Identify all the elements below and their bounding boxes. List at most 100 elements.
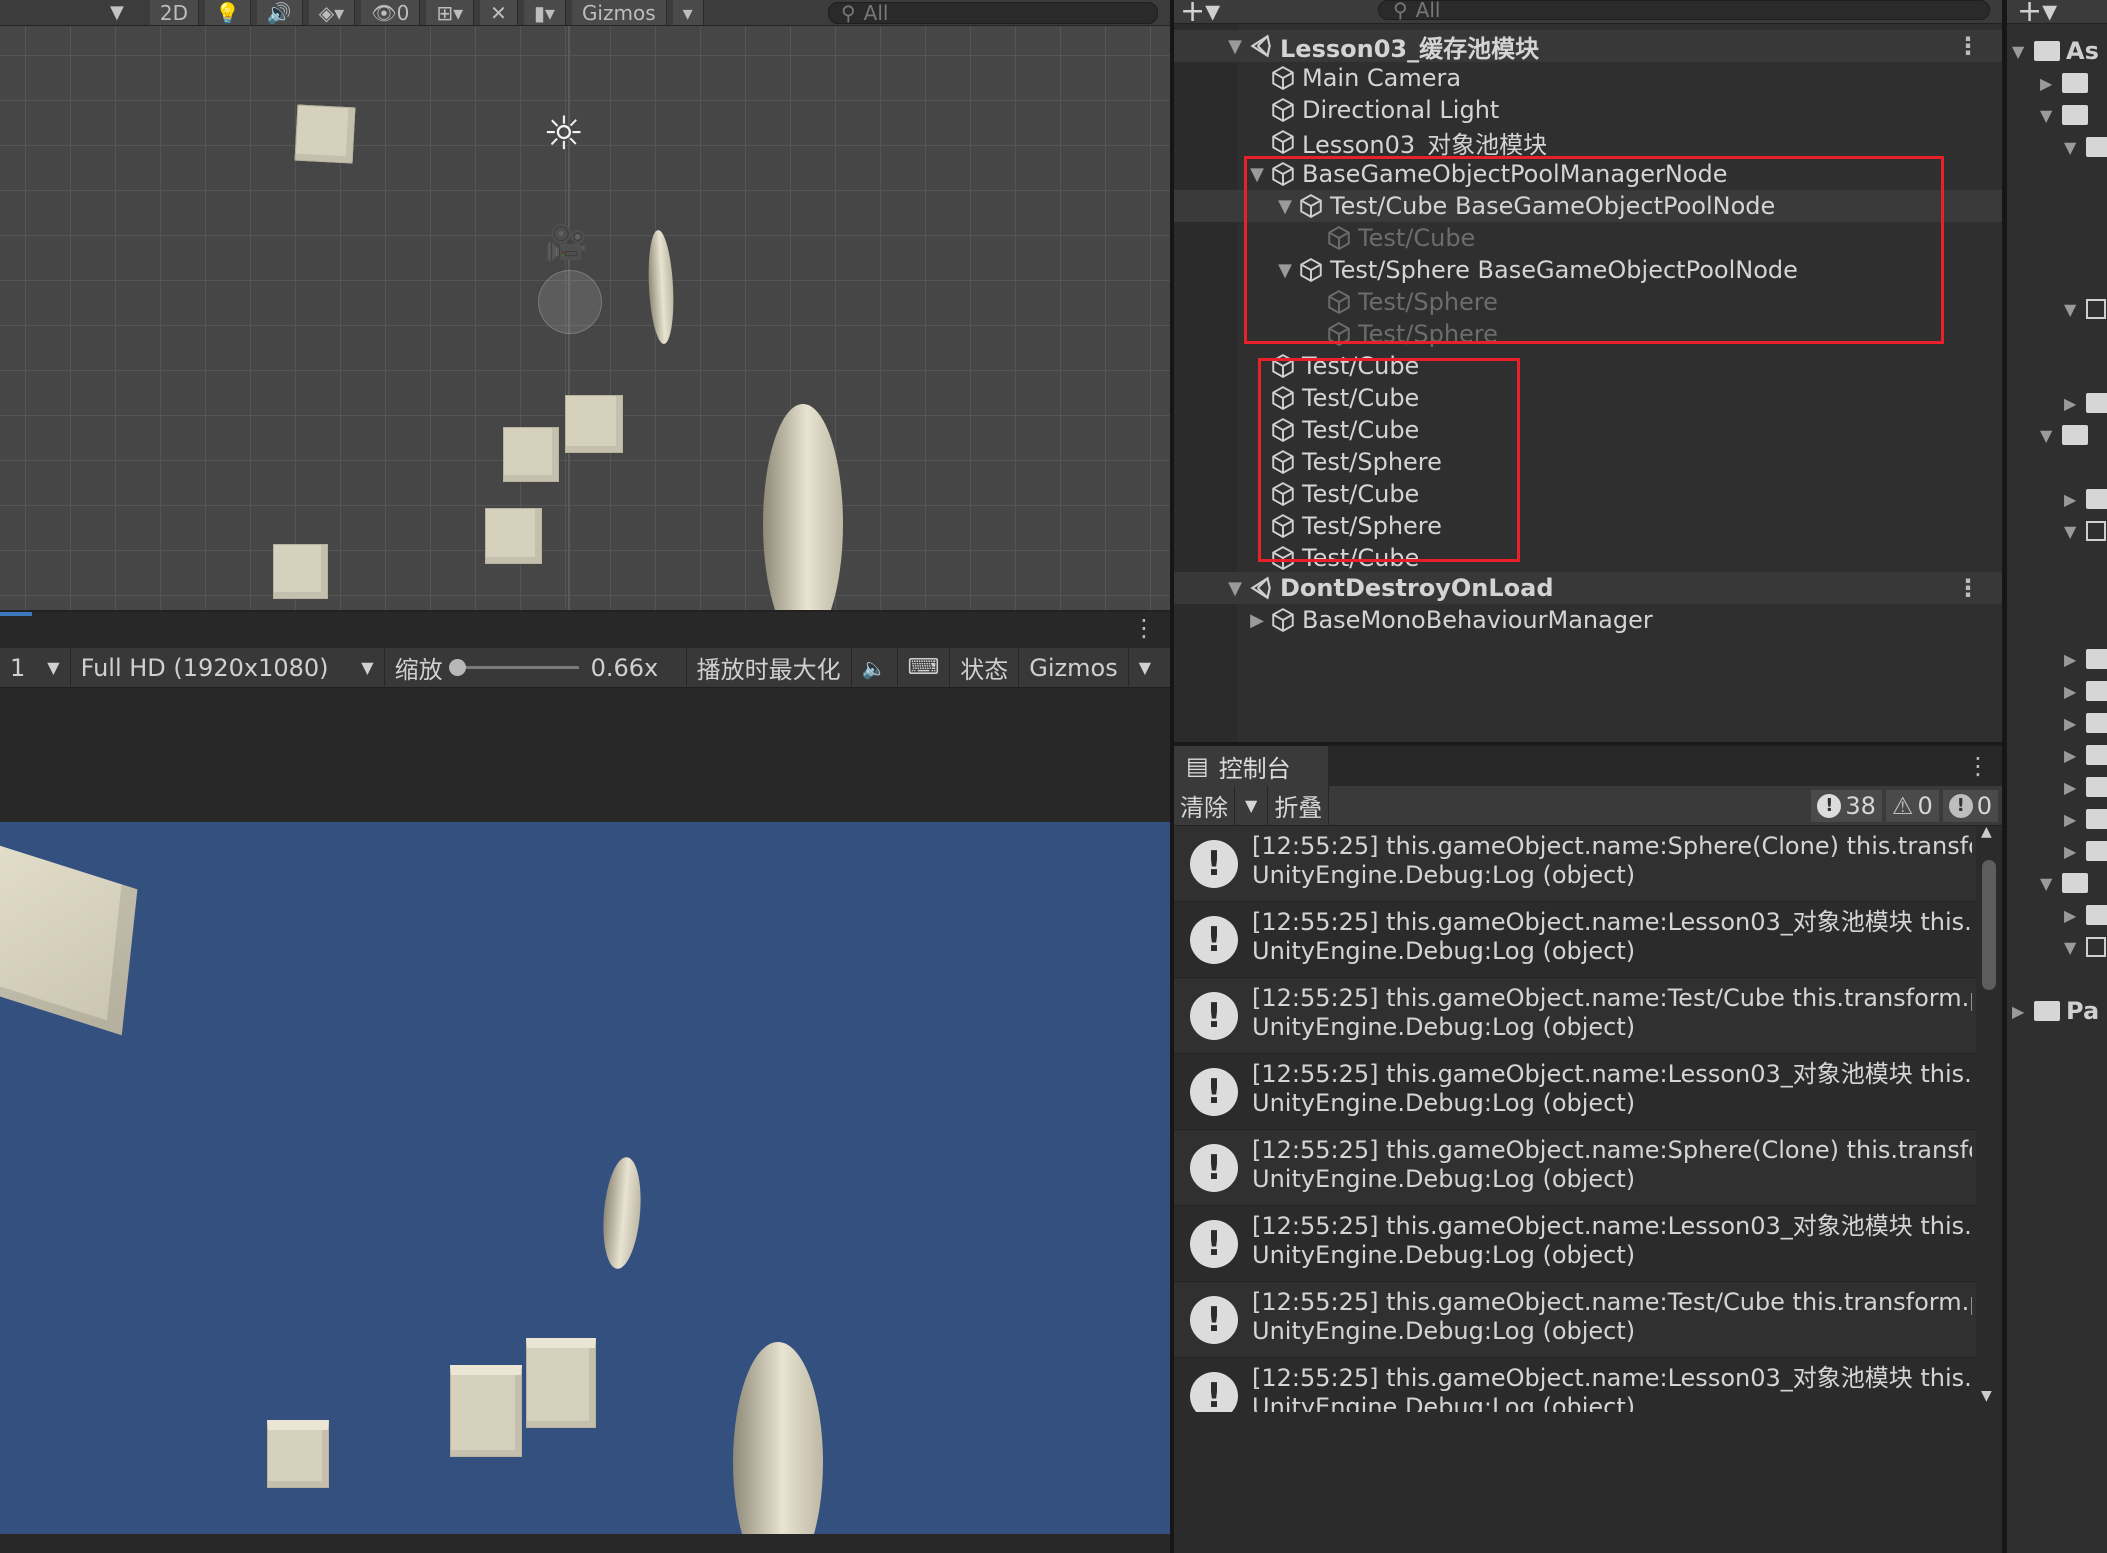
hierarchy-item[interactable]: Main Camera bbox=[1174, 62, 2002, 94]
hierarchy-item[interactable]: Test/Sphere bbox=[1174, 510, 2002, 542]
console-log-list[interactable]: ! [12:55:25] this.gameObject.name:Sphere(… bbox=[1174, 826, 1976, 1412]
hierarchy-add-button[interactable]: +▾ bbox=[1180, 0, 1220, 29]
hierarchy-item[interactable]: Test/Cube bbox=[1174, 222, 2002, 254]
visibility-toggle-button[interactable]: 👁 0 bbox=[361, 0, 421, 25]
scene-search-input[interactable]: ⚲ All bbox=[828, 1, 1158, 25]
project-folder[interactable]: ▶ bbox=[2064, 484, 2107, 514]
scene-cube[interactable] bbox=[273, 544, 328, 599]
game-gizmos-button[interactable]: Gizmos bbox=[1019, 647, 1129, 688]
warning-count-toggle[interactable]: ⚠ 0 bbox=[1885, 789, 1939, 822]
tools-icon[interactable]: ✕ bbox=[480, 0, 518, 25]
scene-cube[interactable] bbox=[503, 427, 559, 482]
hierarchy-item[interactable]: Directional Light bbox=[1174, 94, 2002, 126]
hierarchy-item[interactable]: ▼ BaseGameObjectPoolManagerNode bbox=[1174, 158, 2002, 190]
console-log-entry[interactable]: ! [12:55:25] this.gameObject.name:Sphere(… bbox=[1174, 1130, 1976, 1206]
log-count-toggle[interactable]: ! 38 bbox=[1811, 789, 1882, 822]
scene-menu-icon[interactable]: ⋮ bbox=[1956, 32, 1980, 60]
scene-2d-button[interactable]: 2D bbox=[149, 0, 199, 25]
tab-console[interactable]: ▤ 控制台 bbox=[1174, 746, 1328, 786]
chevron-down-icon[interactable]: ▼ bbox=[1224, 36, 1246, 57]
console-menu-icon[interactable]: ⋮ bbox=[1966, 752, 1990, 780]
chevron-down-icon[interactable]: ▼ bbox=[1129, 648, 1161, 688]
chevron-down-icon[interactable]: ▼ bbox=[1224, 578, 1246, 599]
clear-button[interactable]: 清除 bbox=[1174, 785, 1235, 826]
scene-sphere[interactable] bbox=[763, 404, 843, 644]
scene-cube[interactable] bbox=[485, 508, 542, 564]
scene-cube[interactable] bbox=[294, 104, 356, 164]
scene-gizmos-button[interactable]: Gizmos bbox=[571, 0, 667, 25]
hierarchy-scene-row[interactable]: ▼ Lesson03_缓存池模块 ⋮ bbox=[1174, 30, 2002, 63]
hierarchy-item[interactable]: Test/Cube bbox=[1174, 382, 2002, 414]
grid-snap-icon[interactable]: ⊞▾ bbox=[426, 0, 475, 25]
gizmos-dropdown-icon[interactable]: ▾ bbox=[672, 0, 704, 25]
display-dropdown[interactable]: 1 ▼ bbox=[0, 647, 71, 688]
game-view-render[interactable] bbox=[0, 822, 1170, 1534]
collapse-toggle[interactable]: 折叠 bbox=[1268, 785, 1330, 826]
audio-icon[interactable]: 🔊 bbox=[256, 0, 303, 25]
project-folder[interactable]: ▼ bbox=[2040, 420, 2094, 450]
console-log-entry[interactable]: ! [12:55:25] this.gameObject.name:Test/Cu… bbox=[1174, 1282, 1976, 1358]
directional-light-icon[interactable]: ☼ bbox=[543, 110, 584, 156]
scroll-down-icon[interactable]: ▼ bbox=[1981, 1388, 1992, 1404]
project-folder[interactable]: ▶ bbox=[2040, 68, 2094, 98]
project-folder[interactable]: ▼ bbox=[2040, 100, 2094, 130]
chevron-right-icon[interactable]: ▶ bbox=[1246, 610, 1268, 631]
packages-folder[interactable]: ▶ Pa bbox=[2012, 996, 2099, 1026]
console-log-entry[interactable]: ! [12:55:25] this.gameObject.name:Sphere(… bbox=[1174, 826, 1976, 902]
hierarchy-item[interactable]: Test/Sphere bbox=[1174, 446, 2002, 478]
hierarchy-item[interactable]: Test/Sphere bbox=[1174, 286, 2002, 318]
project-folder[interactable]: ▼ bbox=[2064, 294, 2106, 324]
console-scroll-thumb[interactable] bbox=[1982, 860, 1996, 990]
chevron-down-icon[interactable]: ▼ bbox=[1274, 196, 1296, 217]
console-log-entry[interactable]: ! [12:55:25] this.gameObject.name:Test/Cu… bbox=[1174, 978, 1976, 1054]
clear-options-dropdown[interactable]: ▼ bbox=[1235, 785, 1269, 826]
error-count-toggle[interactable]: ! 0 bbox=[1942, 789, 1998, 822]
scroll-up-icon[interactable]: ▲ bbox=[1981, 824, 1992, 840]
camera-gizmo-icon[interactable]: 🎥 bbox=[545, 226, 587, 260]
project-folder[interactable]: ▼ bbox=[2040, 868, 2094, 898]
hierarchy-item[interactable]: Test/Cube bbox=[1174, 542, 2002, 574]
assets-folder[interactable]: ▼ As bbox=[2012, 36, 2099, 66]
project-folder[interactable]: ▼ bbox=[2064, 932, 2106, 962]
keyboard-icon[interactable]: ⌨ bbox=[898, 647, 951, 688]
chevron-down-icon[interactable]: ▼ bbox=[1274, 260, 1296, 281]
hierarchy-item[interactable]: Test/Cube bbox=[1174, 350, 2002, 382]
project-folder[interactable]: ▼ bbox=[2064, 516, 2106, 546]
project-folder[interactable]: ▶ bbox=[2064, 836, 2107, 866]
project-folder[interactable]: ▶ bbox=[2064, 676, 2107, 706]
resolution-dropdown[interactable]: Full HD (1920x1080) ▼ bbox=[71, 647, 385, 688]
camera-settings-icon[interactable]: ▮▾ bbox=[523, 0, 566, 25]
hierarchy-scene-row[interactable]: ▼ DontDestroyOnLoad ⋮ bbox=[1174, 572, 2002, 604]
project-folder[interactable]: ▶ bbox=[2064, 804, 2107, 834]
project-folder[interactable]: ▶ bbox=[2064, 900, 2107, 930]
chevron-down-icon[interactable]: ▼ bbox=[1246, 164, 1268, 185]
hierarchy-item[interactable]: Test/Sphere bbox=[1174, 318, 2002, 350]
project-folder[interactable]: ▶ bbox=[2064, 740, 2107, 770]
scene-cube[interactable] bbox=[565, 395, 623, 453]
console-log-entry[interactable]: ! [12:55:25] this.gameObject.name:Lesson0… bbox=[1174, 902, 1976, 978]
console-log-entry[interactable]: ! [12:55:25] this.gameObject.name:Lesson0… bbox=[1174, 1358, 1976, 1412]
scale-slider-knob[interactable] bbox=[448, 659, 466, 676]
maximize-on-play-toggle[interactable]: 播放时最大化 bbox=[687, 647, 852, 688]
scene-menu-icon[interactable]: ⋮ bbox=[1956, 574, 1980, 602]
project-folder[interactable]: ▶ bbox=[2064, 388, 2107, 418]
game-tab-menu-icon[interactable]: ⋮ bbox=[1132, 614, 1156, 642]
effects-icon[interactable]: ◈▾ bbox=[308, 0, 356, 25]
hierarchy-item[interactable]: ▼ Test/Sphere BaseGameObjectPoolNode bbox=[1174, 254, 2002, 286]
project-add-button[interactable]: +▾ bbox=[2017, 0, 2057, 29]
hierarchy-item[interactable]: ▼ Test/Cube BaseGameObjectPoolNode bbox=[1174, 190, 2002, 222]
console-log-entry[interactable]: ! [12:55:25] this.gameObject.name:Lesson0… bbox=[1174, 1054, 1976, 1130]
project-folder[interactable]: ▶ bbox=[2064, 772, 2107, 802]
hierarchy-item[interactable]: ▶ BaseMonoBehaviourManager bbox=[1174, 604, 2002, 636]
console-log-entry[interactable]: ! [12:55:25] this.gameObject.name:Lesson0… bbox=[1174, 1206, 1976, 1282]
mute-audio-icon[interactable]: 🔈 bbox=[852, 647, 898, 688]
scale-slider[interactable] bbox=[448, 659, 579, 676]
hierarchy-search-input[interactable]: ⚲ All bbox=[1378, 0, 1990, 22]
stats-toggle[interactable]: 状态 bbox=[950, 647, 1020, 688]
hierarchy-item[interactable]: Lesson03_对象池模块 bbox=[1174, 126, 2002, 159]
project-folder[interactable]: ▶ bbox=[2064, 644, 2107, 674]
scene-dropdown-icon[interactable]: ▼ bbox=[110, 2, 124, 23]
project-folder[interactable]: ▶ bbox=[2064, 708, 2107, 738]
project-folder[interactable]: ▼ bbox=[2064, 132, 2107, 162]
hierarchy-item[interactable]: Test/Cube bbox=[1174, 478, 2002, 510]
